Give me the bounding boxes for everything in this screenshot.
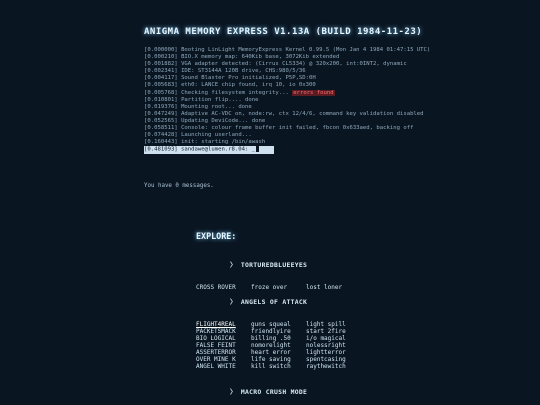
log-line: [0.002341] IDE: ST3144A 120B drive, CHS:… [144, 68, 306, 75]
track-tag: nolessright [306, 342, 346, 349]
log-line: [0.005768] Checking filesystem integrity… [144, 89, 335, 96]
log-line: [0.010801] Partition flip.... done [144, 96, 259, 103]
log-line: [0.005683] eth0: LANCE chip found, irq 1… [144, 82, 316, 89]
table-row: CROSS ROVER froze over lost loner [196, 284, 366, 291]
track-title[interactable]: FLIGHT4REAL [196, 321, 251, 328]
track-grid: FLIGHT4REAL guns squeal light spill PACK… [196, 321, 366, 370]
track-tag: i/o magical [306, 335, 346, 342]
boot-log: [0.000000] Booting LinLight MemoryExpres… [144, 47, 540, 154]
table-row: ANGEL WHITE kill switch raythewitch [196, 363, 366, 370]
log-line: [0.004117] Sound Blaster Pro initialized… [144, 75, 316, 82]
menu-item-torturedblueeyes[interactable]: 〉 TORTUREDBLUEEYES [230, 260, 307, 269]
table-row: PACKETSMACK friendlyire start 2fire [196, 328, 366, 335]
command-prompt[interactable]: [0.481093] sandawe@lumen.r8.04: _ [144, 146, 274, 154]
cursor-block [256, 146, 260, 153]
track-tag: kill switch [251, 363, 291, 370]
menu-item-angels-of-attack[interactable]: 〉 ANGELS OF ATTACK [230, 297, 307, 306]
track-tag: billing .50 [251, 335, 291, 342]
table-row: BIO LOGICAL billing .50 i/o magical [196, 335, 366, 342]
track-title[interactable]: FALSE FEINT [196, 342, 251, 349]
error-badge: errors found [292, 89, 335, 96]
menu-item-macro-crush-mode[interactable]: 〉 MACRO CRUSH MODE [230, 387, 307, 396]
track-tag: life saving [251, 356, 291, 363]
track-grid: CROSS ROVER froze over lost loner [196, 284, 366, 291]
terminal-title: ANIGMA MEMORY EXPRESS V1.13A (BUILD 1984… [144, 27, 423, 37]
terminal-screen: ANIGMA MEMORY EXPRESS V1.13A (BUILD 1984… [0, 0, 540, 405]
log-line: [0.160443] init: starting /bin/awash [144, 139, 266, 146]
log-line: [0.000210] BIO.X memory map: 640Kib base… [144, 54, 340, 61]
track-title[interactable]: OVER MINE K [196, 356, 251, 363]
log-line: [0.047249] Adaptive AC-VDC on, node:rw, … [144, 110, 424, 117]
log-line: [0.052565] Updating DeviCode... done [144, 117, 266, 124]
track-tag: light spill [306, 321, 346, 328]
track-title[interactable]: ANGEL WHITE [196, 363, 251, 370]
track-tag: friendlyire [251, 328, 291, 335]
track-tag: lost loner [306, 284, 343, 291]
track-tag: nomorelight [251, 342, 291, 349]
table-row: FALSE FEINT nomorelight nolessright [196, 342, 366, 349]
track-tag: spentcasing [306, 356, 346, 363]
track-title[interactable]: ASSERTERROR [196, 349, 251, 356]
log-line: [0.000000] Booting LinLight MemoryExpres… [144, 47, 431, 53]
table-row: ASSERTERROR heart error lightterror [196, 349, 366, 356]
log-line: [0.001882] VGA adapter detected: (Cirrus… [144, 61, 407, 68]
log-line: [0.074428] Launching userland... [144, 132, 252, 139]
track-tag: froze over [251, 284, 288, 291]
track-tag: start 2fire [306, 328, 346, 335]
track-tag: guns squeal [251, 321, 291, 328]
table-row: FLIGHT4REAL guns squeal light spill [196, 321, 366, 328]
track-tag: raythewitch [306, 363, 346, 370]
explore-heading: EXPLORE: [196, 231, 237, 241]
track-tag: lightterror [306, 349, 346, 356]
messages-status: You have 0 messages. [144, 183, 214, 189]
track-title[interactable]: BIO LOGICAL [196, 335, 251, 342]
table-row: OVER MINE K life saving spentcasing [196, 356, 366, 363]
track-title[interactable]: PACKETSMACK [196, 328, 251, 335]
track-title[interactable]: CROSS ROVER [196, 284, 251, 291]
log-line: [0.058511] Console: colour frame buffer … [144, 125, 414, 132]
track-tag: heart error [251, 349, 291, 356]
log-line: [0.019376] Mounting root... done [144, 103, 252, 110]
